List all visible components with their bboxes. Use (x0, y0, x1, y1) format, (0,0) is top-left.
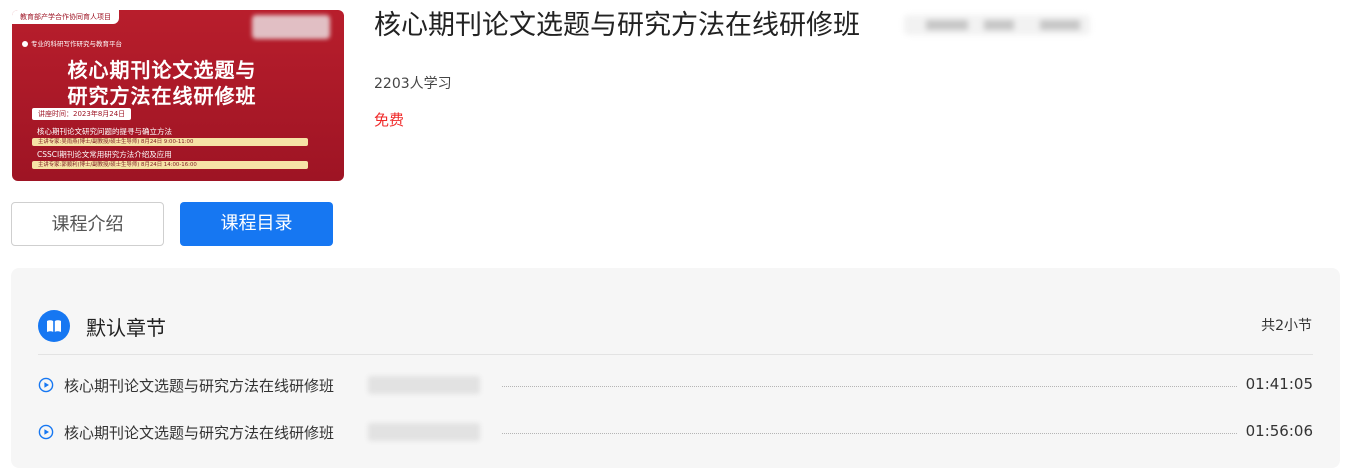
tab-course-catalog[interactable]: 课程目录 (180, 202, 333, 246)
lesson-name: 核心期刊论文选题与研究方法在线研修班 (64, 377, 335, 395)
book-icon (38, 310, 70, 342)
learner-count: 2203人学习 (374, 76, 452, 92)
lesson-row[interactable]: 核心期刊论文选题与研究方法在线研修班 01:41:05 (38, 374, 1313, 398)
lesson-redacted (368, 423, 480, 441)
lesson-redacted (368, 376, 480, 394)
cover-topic1-detail: 主讲专家:吴雨燕(博士/副教授/硕士生导师) 8月24日 9:00-11:00 (32, 138, 308, 146)
chapter-title: 默认章节 (86, 316, 166, 340)
brand-logo-icon (22, 41, 28, 47)
title-redacted-suffix (904, 15, 1090, 35)
lesson-duration: 01:41:05 (1245, 375, 1313, 393)
cover-brand-text: 专业的科研写作研究与教育平台 (31, 40, 122, 48)
lesson-duration: 01:56:06 (1245, 422, 1313, 440)
chapter-lesson-count: 共2小节 (1261, 318, 1312, 334)
course-cover-image: 教育部产学合作协同育人项目 专业的科研写作研究与教育平台 核心期刊论文选题与 研… (12, 10, 344, 181)
cover-title-line1: 核心期刊论文选题与 (67, 58, 257, 82)
lesson-row[interactable]: 核心期刊论文选题与研究方法在线研修班 01:56:06 (38, 421, 1313, 445)
cover-blurred-logo (252, 15, 330, 39)
leader-dots (502, 433, 1237, 434)
play-circle-icon (38, 424, 54, 440)
leader-dots (502, 386, 1237, 387)
cover-title-line2: 研究方法在线研修班 (67, 84, 257, 108)
lesson-name: 核心期刊论文选题与研究方法在线研修班 (64, 424, 335, 442)
chapter-panel: 默认章节 共2小节 核心期刊论文选题与研究方法在线研修班 01:41:05 核心… (11, 268, 1340, 468)
cover-brand: 专业的科研写作研究与教育平台 (22, 38, 122, 48)
cover-date: 讲座时间：2023年8月24日 (32, 108, 132, 120)
cover-topic2: CSSCI期刊论文常用研究方法介绍及应用 (37, 150, 172, 159)
course-title: 核心期刊论文选题与研究方法在线研修班 (374, 10, 860, 41)
course-price: 免费 (374, 111, 405, 129)
cover-top-tag: 教育部产学合作协同育人项目 (12, 10, 119, 24)
chapter-divider (38, 354, 1313, 355)
tab-course-intro[interactable]: 课程介绍 (11, 202, 164, 246)
cover-topic1: 核心期刊论文研究问题的提寻与确立方法 (37, 127, 172, 136)
cover-topic2-detail: 主讲专家:郭顺利(博士/副教授/硕士生导师) 8月24日 14:00-16:00 (32, 161, 308, 169)
play-circle-icon (38, 377, 54, 393)
